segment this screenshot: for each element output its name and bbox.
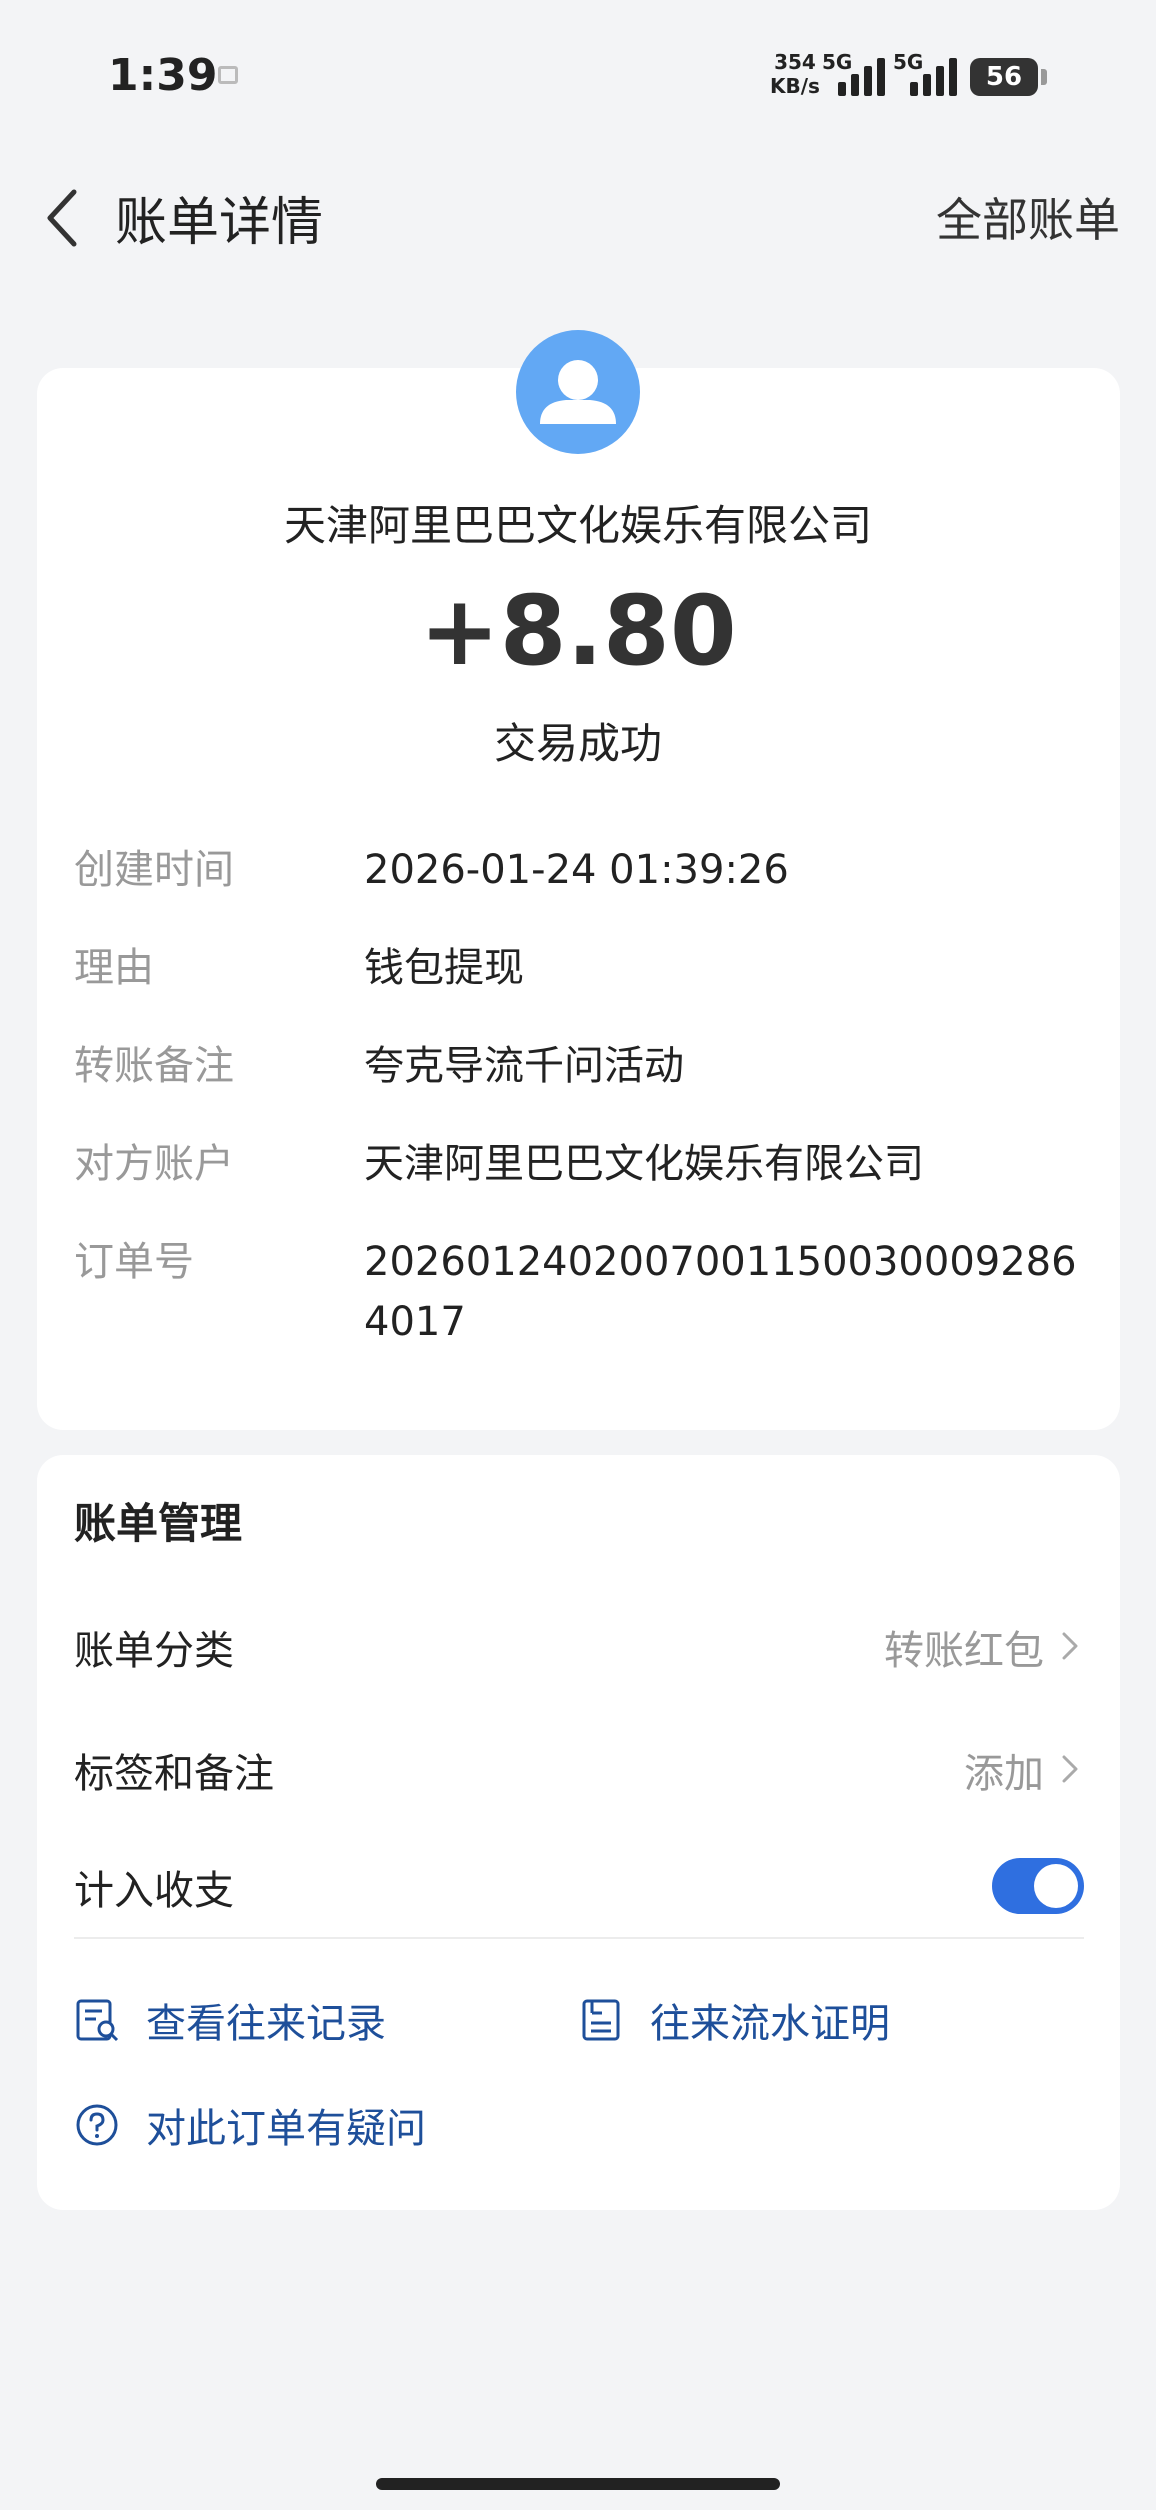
user-icon (540, 360, 616, 424)
detail-label: 订单号 (74, 1239, 194, 1285)
record-search-icon (74, 1997, 120, 2043)
page-title: 账单详情 (115, 193, 324, 253)
home-indicator[interactable] (376, 2478, 780, 2490)
page-header: 账单详情 全部账单 (0, 170, 1156, 260)
amount: +8.80 (419, 575, 737, 687)
chevron-left-icon (47, 189, 77, 247)
tags-notes-value: 添加 (964, 1751, 1044, 1797)
detail-label: 理由 (74, 945, 154, 991)
back-button[interactable] (30, 178, 110, 258)
status-bar: 1:39 354 KB/s 5G 5G 56 (0, 0, 1156, 150)
detail-label: 转账备注 (74, 1043, 234, 1089)
all-bills-link[interactable]: 全部账单 (936, 184, 1120, 250)
chevron-right-icon (1054, 1626, 1084, 1666)
bill-category-value: 转账红包 (884, 1628, 1044, 1674)
view-records-label: 查看往来记录 (146, 2001, 386, 2047)
detail-label: 对方账户 (74, 1141, 234, 1187)
count-in-balance-label: 计入收支 (74, 1868, 234, 1914)
notification-icon (218, 66, 238, 84)
chevron-right-icon (1054, 1749, 1084, 1789)
order-question-link[interactable]: 对此订单有疑问 (74, 2095, 426, 2155)
count-in-balance-toggle[interactable] (992, 1858, 1084, 1914)
transaction-status: 交易成功 (493, 719, 662, 768)
battery-icon: 56 (970, 58, 1047, 96)
transaction-proof-label: 往来流水证明 (650, 2001, 890, 2047)
view-records-link[interactable]: 查看往来记录 (74, 1990, 386, 2050)
tags-notes-label: 标签和备注 (74, 1751, 274, 1797)
count-in-balance-row: 计入收支 (74, 1858, 1084, 1928)
signal-icon (838, 56, 885, 96)
detail-value: 2026-01-24 01:39:26 (364, 847, 789, 893)
divider (74, 1937, 1084, 1939)
status-time: 1:39 (108, 50, 218, 101)
detail-value: 天津阿里巴巴文化娱乐有限公司 (364, 1141, 924, 1187)
document-icon (578, 1997, 624, 2043)
merchant-name: 天津阿里巴巴文化娱乐有限公司 (283, 501, 872, 550)
detail-value: 夸克导流千问活动 (364, 1043, 684, 1089)
order-number[interactable]: 20260124020070011500300092864017 (364, 1232, 1084, 1352)
network-speed: 354 KB/s (770, 50, 820, 98)
avatar (516, 330, 640, 454)
detail-value: 钱包提现 (364, 945, 524, 991)
signal-icon-2 (910, 56, 957, 96)
section-title: 账单管理 (74, 1499, 243, 1548)
bill-category-row[interactable]: 账单分类 转账红包 (74, 1610, 1084, 1680)
detail-label: 创建时间 (74, 847, 234, 893)
order-question-label: 对此订单有疑问 (146, 2106, 426, 2152)
transaction-proof-link[interactable]: 往来流水证明 (578, 1990, 890, 2050)
tags-notes-row[interactable]: 标签和备注 添加 (74, 1733, 1084, 1803)
bill-category-label: 账单分类 (74, 1628, 234, 1674)
question-icon (74, 2102, 120, 2148)
battery-level: 56 (985, 62, 1023, 92)
